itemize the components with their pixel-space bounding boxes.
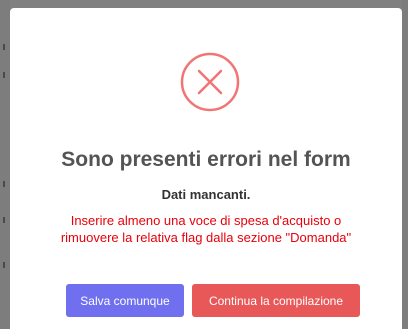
background-mark [3, 181, 5, 187]
background-mark [3, 72, 5, 78]
dialog-subtitle: Dati mancanti. [161, 187, 251, 202]
error-message-line: rimuovere la relativa flag dalla sezione… [60, 230, 352, 245]
background-mark [3, 44, 5, 50]
background-mark [3, 262, 5, 268]
background-page-left-edge [0, 0, 10, 329]
continue-compilation-button[interactable]: Continua la compilazione [192, 284, 360, 317]
error-x-circle-icon [180, 52, 240, 112]
dialog-title: Sono presenti errori nel form [61, 148, 351, 171]
save-anyway-button[interactable]: Salva comunque [66, 284, 184, 317]
background-mark [3, 217, 5, 223]
background-page-right-edge [402, 0, 408, 329]
error-dialog: Sono presenti errori nel form Dati manca… [10, 8, 402, 329]
error-message-line: Inserire almeno una voce di spesa d'acqu… [70, 213, 342, 228]
